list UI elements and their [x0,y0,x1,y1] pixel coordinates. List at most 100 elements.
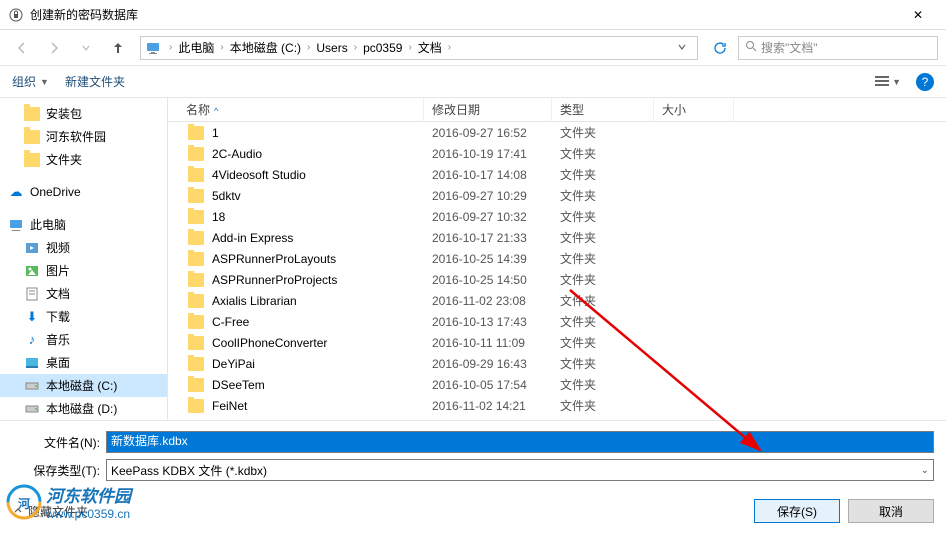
breadcrumb-item[interactable]: Users [314,39,349,57]
back-button[interactable] [8,34,36,62]
sidebar-item-label: 文件夹 [46,151,82,168]
file-row[interactable]: ASPRunnerProLayouts2016-10-25 14:39文件夹 [168,248,946,269]
sidebar-item-label: 本地磁盘 (D:) [46,400,117,417]
sidebar-item[interactable]: 河东软件园 [0,125,167,148]
file-row[interactable]: Add-in Express2016-10-17 21:33文件夹 [168,227,946,248]
file-date: 2016-10-05 17:54 [424,376,552,394]
column-type[interactable]: 类型 [552,98,654,122]
filetype-select[interactable]: KeePass KDBX 文件 (*.kdbx) ⌄ [106,459,934,481]
close-icon: ✕ [913,8,923,22]
sidebar-item-label: 桌面 [46,354,70,371]
file-size [654,404,734,408]
folder-icon [188,168,204,182]
file-type: 文件夹 [552,374,654,395]
filetype-label: 保存类型(T): [12,462,106,479]
sidebar-item-label: OneDrive [30,185,81,199]
file-list[interactable]: 名称^ 修改日期 类型 大小 12016-09-27 16:52文件夹 2C-Au… [168,98,946,420]
file-name: Axialis Librarian [212,294,297,308]
new-folder-button[interactable]: 新建文件夹 [65,73,125,90]
folder-icon [188,399,204,413]
file-row[interactable]: 2C-Audio2016-10-19 17:41文件夹 [168,143,946,164]
forward-button[interactable] [40,34,68,62]
chevron-right-icon: › [448,42,451,53]
chevron-right-icon: › [307,42,310,53]
organize-button[interactable]: 组织 ▼ [12,73,49,90]
refresh-button[interactable] [706,34,734,62]
save-button[interactable]: 保存(S) [754,499,840,523]
file-size [654,383,734,387]
file-row[interactable]: DeYiPai2016-09-29 16:43文件夹 [168,353,946,374]
file-name: DeYiPai [212,357,255,371]
close-button[interactable]: ✕ [898,0,938,30]
file-type: 文件夹 [552,185,654,206]
chevron-right-icon: › [169,42,172,53]
file-row[interactable]: 182016-09-27 10:32文件夹 [168,206,946,227]
sidebar-item[interactable]: 文档 [0,282,167,305]
cancel-button[interactable]: 取消 [848,499,934,523]
sidebar-item[interactable]: 本地磁盘 (C:) [0,374,167,397]
file-row[interactable]: FeiNet2016-11-02 14:21文件夹 [168,395,946,416]
chevron-down-icon: ▼ [40,77,49,87]
filename-input[interactable]: 新数据库.kdbx [106,431,934,453]
breadcrumb-item[interactable]: 此电脑 [176,37,216,58]
file-size [654,257,734,261]
filename-label: 文件名(N): [12,434,106,451]
file-row[interactable]: 12016-09-27 16:52文件夹 [168,122,946,143]
folder-icon [188,231,204,245]
file-row[interactable]: DSeeTem2016-10-05 17:54文件夹 [168,374,946,395]
file-row[interactable]: 5dktv2016-09-27 10:29文件夹 [168,185,946,206]
file-type: 文件夹 [552,227,654,248]
file-size [654,341,734,345]
search-input[interactable]: 搜索"文档" [738,36,938,60]
file-type: 文件夹 [552,395,654,416]
breadcrumb-dropdown[interactable] [671,41,693,55]
breadcrumb[interactable]: › 此电脑 › 本地磁盘 (C:) › Users › pc0359 › 文档 … [140,36,698,60]
column-name[interactable]: 名称^ [168,98,424,122]
sidebar-item[interactable]: ♪音乐 [0,328,167,351]
recent-dropdown[interactable] [72,34,100,62]
search-icon [745,40,757,55]
file-row[interactable]: 4Videosoft Studio2016-10-17 14:08文件夹 [168,164,946,185]
file-row[interactable]: ASPRunnerProProjects2016-10-25 14:50文件夹 [168,269,946,290]
file-row[interactable]: CoolIPhoneConverter 2016-10-11 11:09文件夹 [168,332,946,353]
up-button[interactable] [104,34,132,62]
sidebar-item[interactable]: 安装包 [0,102,167,125]
sidebar-item-label: 音乐 [46,331,70,348]
sidebar-item-label: 文档 [46,285,70,302]
bottom-panel: 文件名(N): 新数据库.kdbx 保存类型(T): KeePass KDBX … [0,420,946,535]
file-type: 文件夹 [552,332,654,353]
file-row[interactable]: C-Free2016-10-13 17:43文件夹 [168,311,946,332]
sidebar[interactable]: 安装包河东软件园文件夹 ☁OneDrive 此电脑视频图片文档 ⬇下载♪音乐桌面本地磁… [0,98,168,420]
sidebar-item[interactable]: 桌面 [0,351,167,374]
folder-icon [188,126,204,140]
file-date: 2016-09-27 16:52 [424,124,552,142]
sidebar-item[interactable]: 本地磁盘 (D:) [0,397,167,420]
breadcrumb-item[interactable]: pc0359 [361,39,404,57]
help-button[interactable]: ? [916,73,934,91]
file-name: 2C-Audio [212,147,262,161]
sidebar-item[interactable]: ☁OneDrive [0,181,167,203]
sidebar-item[interactable]: 文件夹 [0,148,167,171]
file-type: 文件夹 [552,206,654,227]
breadcrumb-item[interactable]: 本地磁盘 (C:) [228,37,303,58]
file-date: 2016-10-19 17:41 [424,145,552,163]
folder-icon [188,336,204,350]
view-mode-button[interactable]: ▼ [867,72,908,92]
titlebar: 创建新的密码数据库 ✕ [0,0,946,30]
file-name: CoolIPhoneConverter [212,336,327,350]
search-placeholder: 搜索"文档" [761,39,818,56]
file-date: 2016-10-25 14:50 [424,271,552,289]
file-type: 文件夹 [552,311,654,332]
file-date: 2016-10-11 11:09 [424,334,552,352]
sidebar-item[interactable]: ⬇下载 [0,305,167,328]
sidebar-item[interactable]: 此电脑 [0,213,167,236]
file-row[interactable]: Axialis Librarian2016-11-02 23:08文件夹 [168,290,946,311]
sidebar-item[interactable]: 图片 [0,259,167,282]
watermark-logo-icon: 河 [6,484,42,520]
sidebar-item[interactable]: 视频 [0,236,167,259]
navbar: › 此电脑 › 本地磁盘 (C:) › Users › pc0359 › 文档 … [0,30,946,66]
breadcrumb-item[interactable]: 文档 [416,37,444,58]
file-size [654,278,734,282]
column-date[interactable]: 修改日期 [424,98,552,122]
column-size[interactable]: 大小 [654,98,734,122]
